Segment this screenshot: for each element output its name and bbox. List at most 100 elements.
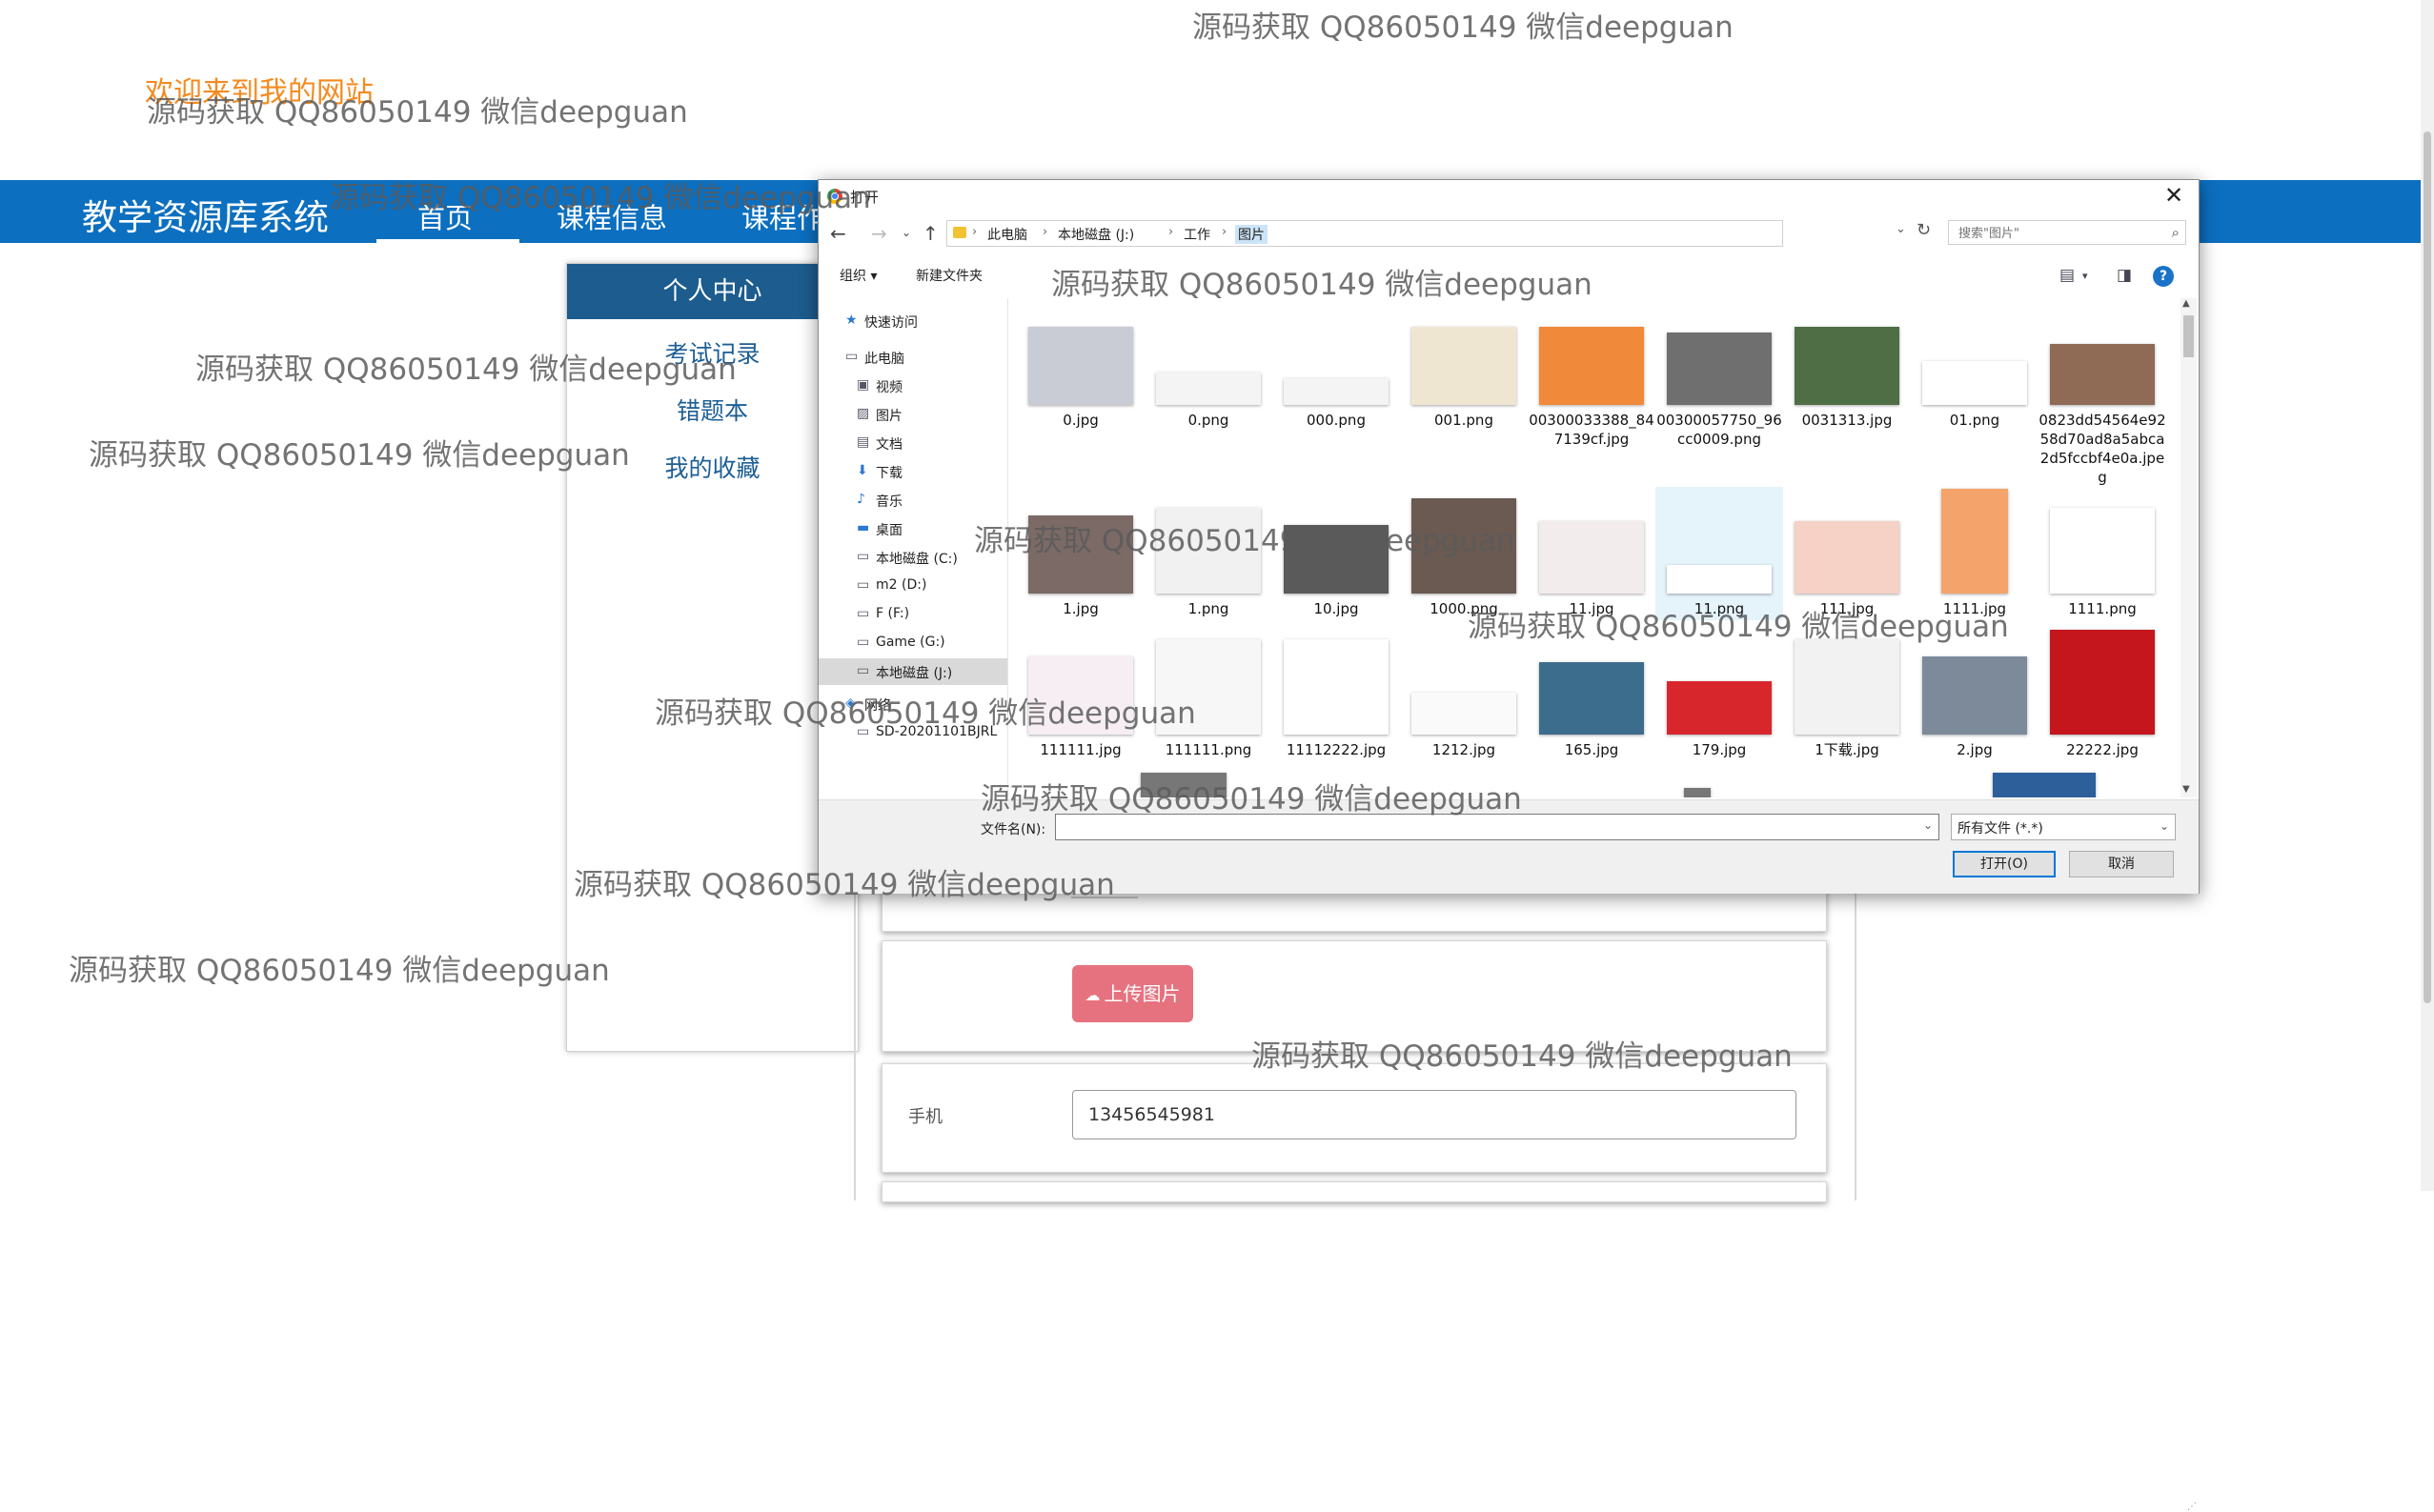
- nav-home[interactable]: 首页: [417, 196, 473, 236]
- link-wrong-questions[interactable]: 错题本: [567, 393, 858, 427]
- breadcrumb-drive-j[interactable]: 本地磁盘 (J:): [1058, 225, 1134, 244]
- nav-pane-item[interactable]: ◈ 网络: [819, 691, 1007, 717]
- new-folder-button[interactable]: 新建文件夹: [916, 266, 983, 285]
- filename-input[interactable]: [1060, 816, 1912, 840]
- address-dropdown-icon[interactable]: ⌄: [1896, 222, 1906, 236]
- link-favorites[interactable]: 我的收藏: [567, 450, 858, 484]
- image-thumbnail-partial[interactable]: [1141, 773, 1227, 797]
- nav-pane-item[interactable]: ▭ 本地磁盘 (C:): [819, 544, 1007, 571]
- nav-pane-item[interactable]: ▣ 视频: [819, 373, 1007, 399]
- scroll-up-icon[interactable]: ▲: [2182, 298, 2190, 309]
- page-scrollbar-thumb[interactable]: [2424, 131, 2431, 1003]
- back-arrow-icon[interactable]: ←: [830, 222, 846, 245]
- nav-pane-item[interactable]: ▤ 文档: [819, 430, 1007, 456]
- nav-pane-item[interactable]: ▬ 桌面: [819, 515, 1007, 542]
- preview-pane-icon[interactable]: ◨: [2117, 266, 2132, 285]
- nav-pane-item[interactable]: ⬇ 下载: [819, 458, 1007, 485]
- resize-grip-icon[interactable]: ⋰: [2187, 1502, 2197, 1512]
- file-item[interactable]: 111.jpg: [1783, 487, 1911, 620]
- breadcrumb-separator[interactable]: ›: [1168, 225, 1173, 239]
- phone-input[interactable]: 13456545981: [1072, 1090, 1796, 1139]
- nav-pane-item[interactable]: ▭ F (F:): [819, 601, 1007, 628]
- file-item[interactable]: 11.png: [1655, 487, 1783, 620]
- file-item[interactable]: 0823dd54564e9258d70ad8a5abca2d5fccbf4e0a…: [2038, 298, 2166, 486]
- file-item[interactable]: 1.png: [1145, 487, 1272, 620]
- view-mode-icon[interactable]: ▤: [2059, 266, 2075, 285]
- image-thumbnail-partial[interactable]: [1993, 773, 2096, 797]
- breadcrumb-separator[interactable]: ›: [1222, 225, 1227, 239]
- watermark: 源码获取 QQ86050149 微信deepguan: [69, 954, 610, 988]
- nav-pane-item[interactable]: ▭ 此电脑: [819, 344, 1007, 371]
- file-item[interactable]: 11.jpg: [1528, 487, 1655, 620]
- nav-pane-label: 此电脑: [864, 352, 904, 367]
- refresh-icon[interactable]: ↻: [1917, 220, 1931, 240]
- recent-dropdown-icon[interactable]: ⌄: [902, 226, 911, 239]
- dialog-titlebar[interactable]: 打开 ✕: [819, 180, 2199, 212]
- cancel-button[interactable]: 取消: [2069, 851, 2174, 877]
- thumbnail-frame: [1528, 628, 1655, 735]
- nav-pane-item[interactable]: ▨ 图片: [819, 401, 1007, 428]
- file-item[interactable]: 1212.jpg: [1400, 628, 1528, 761]
- search-box[interactable]: ⌕: [1948, 220, 2186, 245]
- file-item[interactable]: 1111.jpg: [1911, 487, 2038, 620]
- forward-arrow-icon[interactable]: →: [871, 222, 887, 245]
- file-item[interactable]: 22222.jpg: [2038, 628, 2166, 761]
- file-item[interactable]: 0.jpg: [1017, 298, 1145, 479]
- nav-pane-item[interactable]: ▭ SD-20201101BJRL: [819, 719, 1007, 746]
- organize-button[interactable]: 组织 ▾: [840, 266, 877, 285]
- breadcrumb-work[interactable]: 工作: [1184, 225, 1210, 244]
- scroll-down-icon[interactable]: ▼: [2182, 784, 2190, 795]
- file-item[interactable]: 179.jpg: [1655, 628, 1783, 761]
- file-item[interactable]: 165.jpg: [1528, 628, 1655, 761]
- file-item[interactable]: 0.png: [1145, 298, 1272, 479]
- close-icon[interactable]: ✕: [2164, 182, 2183, 209]
- file-item[interactable]: 001.png: [1400, 298, 1528, 479]
- nav-pane-item[interactable]: ▭ Game (G:): [819, 630, 1007, 656]
- up-arrow-icon[interactable]: ↑: [923, 222, 939, 245]
- breadcrumb-separator[interactable]: ›: [972, 225, 977, 239]
- image-thumbnail-partial[interactable]: [1684, 788, 1711, 797]
- thumbnail-frame: [1911, 628, 2038, 735]
- nav-course-info[interactable]: 课程信息: [557, 196, 667, 236]
- file-item[interactable]: 1下载.jpg: [1783, 628, 1911, 761]
- file-item[interactable]: 00300057750_96cc0009.png: [1655, 298, 1783, 479]
- file-item[interactable]: 2.jpg: [1911, 628, 2038, 761]
- nav-pane-item[interactable]: ★ 快速访问: [819, 308, 1007, 334]
- nav-pane-item[interactable]: ▭ 本地磁盘 (J:): [819, 658, 1007, 685]
- nav-pane-item[interactable]: ♪ 音乐: [819, 487, 1007, 514]
- drive-icon: ▭: [857, 606, 870, 621]
- file-item[interactable]: 1.jpg: [1017, 487, 1145, 620]
- file-item[interactable]: 1000.png: [1400, 487, 1528, 620]
- file-item[interactable]: 11112222.jpg: [1272, 628, 1400, 761]
- file-item[interactable]: 1111.png: [2038, 487, 2166, 620]
- filename-dropdown-icon[interactable]: ⌄: [1923, 818, 1933, 832]
- open-button[interactable]: 打开(O): [1953, 851, 2056, 877]
- breadcrumb-pictures[interactable]: 图片: [1235, 225, 1268, 244]
- file-item[interactable]: 10.jpg: [1272, 487, 1400, 620]
- nav-pane-item[interactable]: ▭ m2 (D:): [819, 573, 1007, 599]
- file-list-scroll-thumb[interactable]: [2183, 315, 2194, 357]
- breadcrumb-separator[interactable]: ›: [1043, 225, 1047, 239]
- file-list-scrollbar[interactable]: [2180, 298, 2197, 797]
- view-dropdown-icon[interactable]: ▾: [2082, 270, 2088, 282]
- breadcrumb-this-pc[interactable]: 此电脑: [987, 225, 1027, 244]
- network-icon: ◈: [845, 696, 856, 711]
- link-exam-records[interactable]: 考试记录: [567, 335, 858, 370]
- file-item[interactable]: 00300033388_847139cf.jpg: [1528, 298, 1655, 479]
- filename-field[interactable]: ⌄: [1055, 814, 1939, 840]
- file-list: 0.jpg 0.png 000.png 001.png 00300033388_8471…: [1017, 298, 2180, 797]
- file-item[interactable]: 000.png: [1272, 298, 1400, 479]
- file-item[interactable]: 111111.png: [1145, 628, 1272, 761]
- file-type-select[interactable]: 所有文件 (*.*) ⌄: [1951, 814, 2176, 840]
- help-icon[interactable]: ?: [2153, 266, 2174, 287]
- file-item[interactable]: 111111.jpg: [1017, 628, 1145, 761]
- address-bar[interactable]: › 此电脑 › 本地磁盘 (J:) › 工作 › 图片: [946, 220, 1783, 247]
- computer-icon: ▭: [857, 724, 870, 739]
- nav-course-homework[interactable]: 课程作: [741, 196, 824, 236]
- file-item[interactable]: 0031313.jpg: [1783, 298, 1911, 479]
- search-icon: ⌕: [2171, 224, 2180, 241]
- file-item[interactable]: 01.png: [1911, 298, 2038, 479]
- search-input[interactable]: [1957, 222, 2151, 245]
- image-thumbnail: [2050, 508, 2155, 594]
- upload-image-button[interactable]: ☁ 上传图片: [1072, 965, 1193, 1022]
